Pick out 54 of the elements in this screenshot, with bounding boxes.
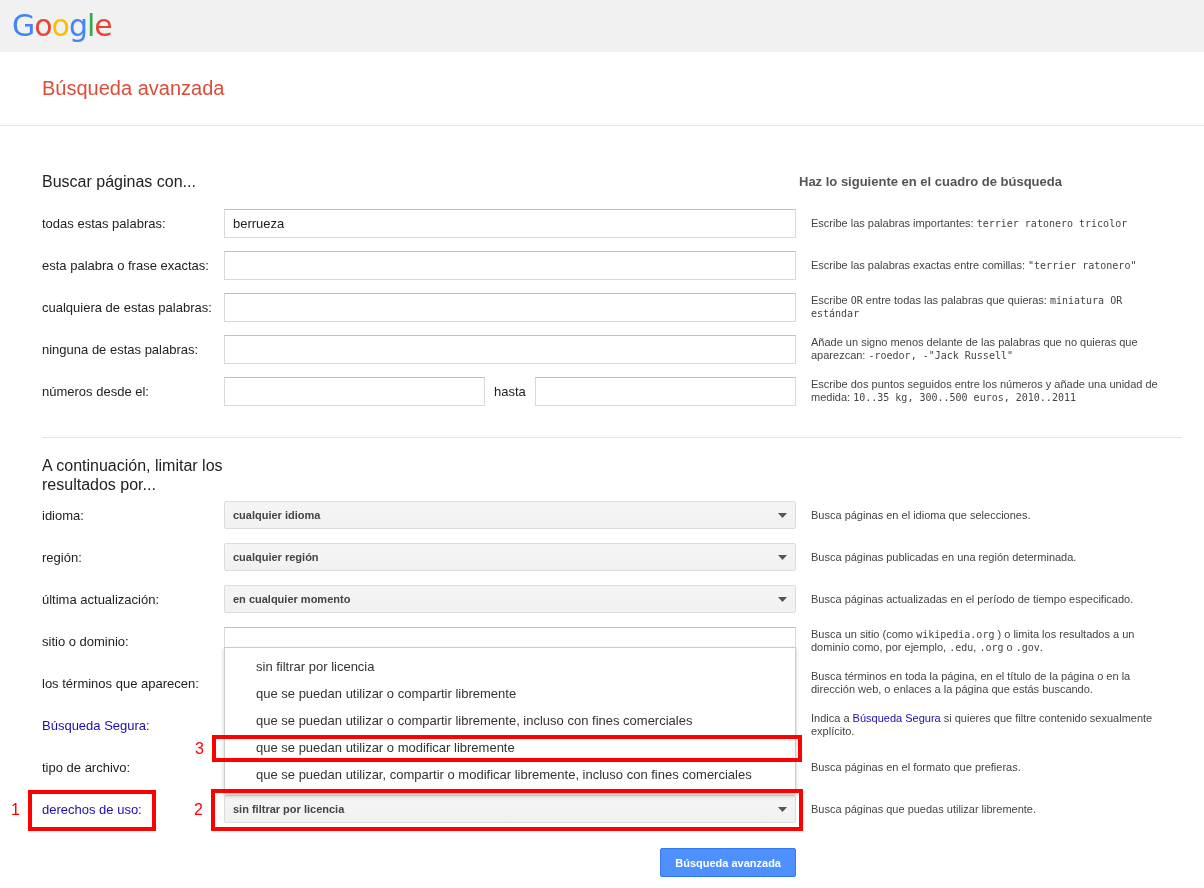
- help-text: Escribe las palabras exactas entre comillas: "terrier ratonero": [810, 258, 1138, 272]
- field-label: última actualización:: [42, 591, 160, 607]
- dropdown[interactable]: en cualquier momento: [224, 585, 796, 613]
- text-input-field[interactable]: [224, 250, 796, 280]
- text-input-field[interactable]: berrueza: [224, 208, 796, 238]
- field-label: región:: [42, 549, 82, 565]
- help-text: Escribe las palabras importantes: terrier ratonero tricolor: [810, 216, 1129, 230]
- help-text: Busca un sitio (como wikipedia.org ) o limita los resultados a un dominio como, por ejemplo, .edu, .org o .gov.: [810, 628, 1136, 654]
- field-label: todas estas palabras:: [42, 215, 166, 231]
- caret-icon: [778, 554, 787, 560]
- help-text: Busca páginas en el idioma que selecciones.: [810, 508, 1032, 522]
- field-label: cualquiera de estas palabras:: [42, 299, 212, 315]
- section-heading: A continuación, limitar los resultados por...: [42, 456, 224, 494]
- field-label-link[interactable]: derechos de uso:: [42, 801, 142, 817]
- field-label: esta palabra o frase exactas:: [42, 257, 209, 273]
- number-from-field[interactable]: [224, 376, 485, 406]
- text-input-field[interactable]: [224, 334, 796, 364]
- dropdown[interactable]: cualquier región: [224, 543, 796, 571]
- help-text: Busca páginas en el formato que prefieras.: [810, 760, 1022, 774]
- range-label: hasta: [494, 383, 526, 399]
- dropdown-option[interactable]: que se puedan utilizar o compartir libremente, incluso con fines comerciales: [225, 707, 795, 734]
- dropdown-option[interactable]: que se puedan utilizar o modificar libremente: [225, 734, 795, 761]
- dropdown[interactable]: sin filtrar por licencia: [224, 795, 796, 823]
- field-label: tipo de archivo:: [42, 759, 131, 775]
- help-heading: Haz lo siguiente en el cuadro de búsqueda: [799, 173, 1063, 189]
- field-label: ninguna de estas palabras:: [42, 341, 199, 357]
- text-input-field[interactable]: [224, 292, 796, 322]
- dropdown[interactable]: cualquier idioma: [224, 501, 796, 529]
- caret-icon: [778, 512, 787, 518]
- field-label: los términos que aparecen:: [42, 675, 199, 691]
- field-label: números desde el:: [42, 383, 149, 399]
- help-text: Escribe dos puntos seguidos entre los números y añade una unidad de medida: 10..35 kg, 300..500 euros, 2010..2011: [810, 378, 1159, 404]
- dropdown-option[interactable]: sin filtrar por licencia: [225, 653, 795, 680]
- help-text: Busca páginas que puedas utilizar libremente.: [810, 802, 1038, 816]
- help-link[interactable]: Búsqueda Segura: [852, 712, 941, 724]
- field-label-link[interactable]: Búsqueda Segura:: [42, 717, 150, 733]
- field-label: idioma:: [42, 507, 84, 523]
- annotation-number: 2: [194, 801, 203, 819]
- help-text: Busca páginas publicadas en una región determinada.: [810, 550, 1078, 564]
- annotation-number: 1: [11, 801, 20, 819]
- help-text: Busca páginas actualizadas en el período de tiempo especificado.: [810, 592, 1135, 606]
- number-to-field[interactable]: [534, 376, 796, 406]
- dropdown-option[interactable]: que se puedan utilizar o compartir libremente: [225, 680, 795, 707]
- annotation-number: 3: [195, 739, 204, 758]
- field-label: sitio o dominio:: [42, 633, 129, 649]
- section-heading: Buscar páginas con...: [42, 172, 197, 192]
- help-text: Escribe OR entre todas las palabras que quieras: miniatura OR estándar: [810, 294, 1124, 320]
- caret-icon: [778, 806, 787, 812]
- page-title: Búsqueda avanzada: [42, 77, 225, 100]
- dropdown-option[interactable]: que se puedan utilizar, compartir o modificar libremente, incluso con fines comerciales: [225, 761, 795, 788]
- help-text: Indica a Búsqueda Segura si quieres que filtre contenido sexualmente explícito.: [810, 712, 1154, 738]
- caret-icon: [778, 596, 787, 602]
- help-text: Añade un signo menos delante de las palabras que no quieras que aparezcan: -roedor, -"Jack Russell": [810, 336, 1139, 362]
- help-text: Busca términos en toda la página, en el título de la página o en la dirección web, o enlaces a la página que estás buscando.: [810, 670, 1132, 696]
